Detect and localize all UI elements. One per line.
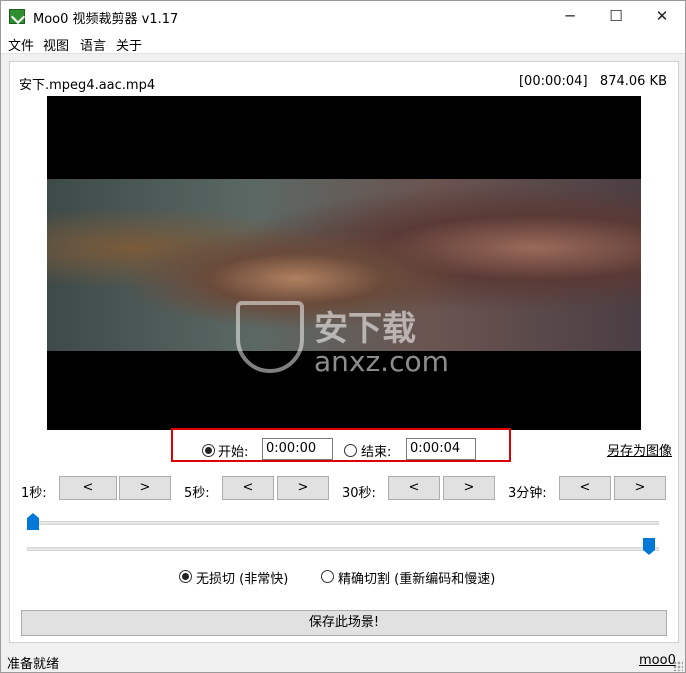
end-slider-track[interactable] [27, 547, 659, 551]
moo0-link[interactable]: moo0 [639, 653, 676, 668]
minimize-button[interactable]: ─ [547, 1, 593, 32]
video-preview[interactable] [47, 96, 641, 430]
step-3min-forward-button[interactable]: > [614, 476, 666, 500]
save-image-link[interactable]: 另存为图像 [607, 440, 672, 459]
start-time-input[interactable]: 0:00:00 [262, 438, 333, 460]
menu-bar: 文件 视图 语言 关于 [1, 32, 685, 54]
save-scene-button[interactable]: 保存此场景! [21, 610, 667, 636]
menu-file[interactable]: 文件 [8, 35, 34, 54]
menu-view[interactable]: 视图 [43, 35, 69, 54]
start-slider-track[interactable] [27, 521, 659, 525]
end-label: 结束: [361, 445, 392, 460]
lossless-label: 无损切 (非常快) [196, 572, 289, 587]
end-time-input[interactable]: 0:00:04 [406, 438, 476, 460]
menu-language[interactable]: 语言 [80, 35, 106, 54]
watermark-text: 安下载 [314, 309, 416, 349]
step-3min-back-button[interactable]: < [559, 476, 611, 500]
title-bar[interactable]: Moo0 视频裁剪器 v1.17 ─ ☐ ✕ [1, 1, 685, 32]
menu-about[interactable]: 关于 [116, 35, 142, 54]
file-name: 安下.mpeg4.aac.mp4 [19, 78, 156, 93]
watermark-shield-icon [236, 301, 304, 373]
step-label-30s: 30秒: [342, 486, 376, 501]
step-30s-forward-button[interactable]: > [443, 476, 495, 500]
app-window: Moo0 视频裁剪器 v1.17 ─ ☐ ✕ 文件 视图 语言 关于 安下.mp… [0, 0, 686, 673]
step-5s-forward-button[interactable]: > [277, 476, 329, 500]
step-1s-back-button[interactable]: < [59, 476, 117, 500]
file-info: [00:00:04] 874.06 KB [519, 74, 667, 89]
end-radio[interactable] [344, 444, 357, 457]
watermark-url: anxz.com [314, 345, 449, 378]
precise-label: 精确切割 (重新编码和慢速) [338, 572, 496, 587]
start-label: 开始: [218, 445, 249, 460]
status-bar: 准备就绪 moo0 [1, 649, 685, 673]
maximize-button[interactable]: ☐ [593, 1, 639, 32]
app-icon [9, 9, 25, 24]
step-label-1s: 1秒: [21, 486, 47, 501]
step-5s-back-button[interactable]: < [222, 476, 274, 500]
step-30s-back-button[interactable]: < [388, 476, 440, 500]
lossless-radio[interactable] [179, 570, 192, 583]
resize-grip[interactable] [673, 661, 683, 671]
close-button[interactable]: ✕ [639, 1, 685, 32]
file-size: 874.06 KB [599, 74, 667, 89]
file-duration: [00:00:04] [518, 74, 588, 89]
start-radio[interactable] [202, 444, 215, 457]
step-1s-forward-button[interactable]: > [119, 476, 171, 500]
status-text: 准备就绪 [7, 657, 60, 672]
window-title: Moo0 视频裁剪器 v1.17 [33, 12, 179, 27]
step-label-5s: 5秒: [184, 486, 210, 501]
step-label-3min: 3分钟: [508, 486, 547, 501]
precise-radio[interactable] [321, 570, 334, 583]
